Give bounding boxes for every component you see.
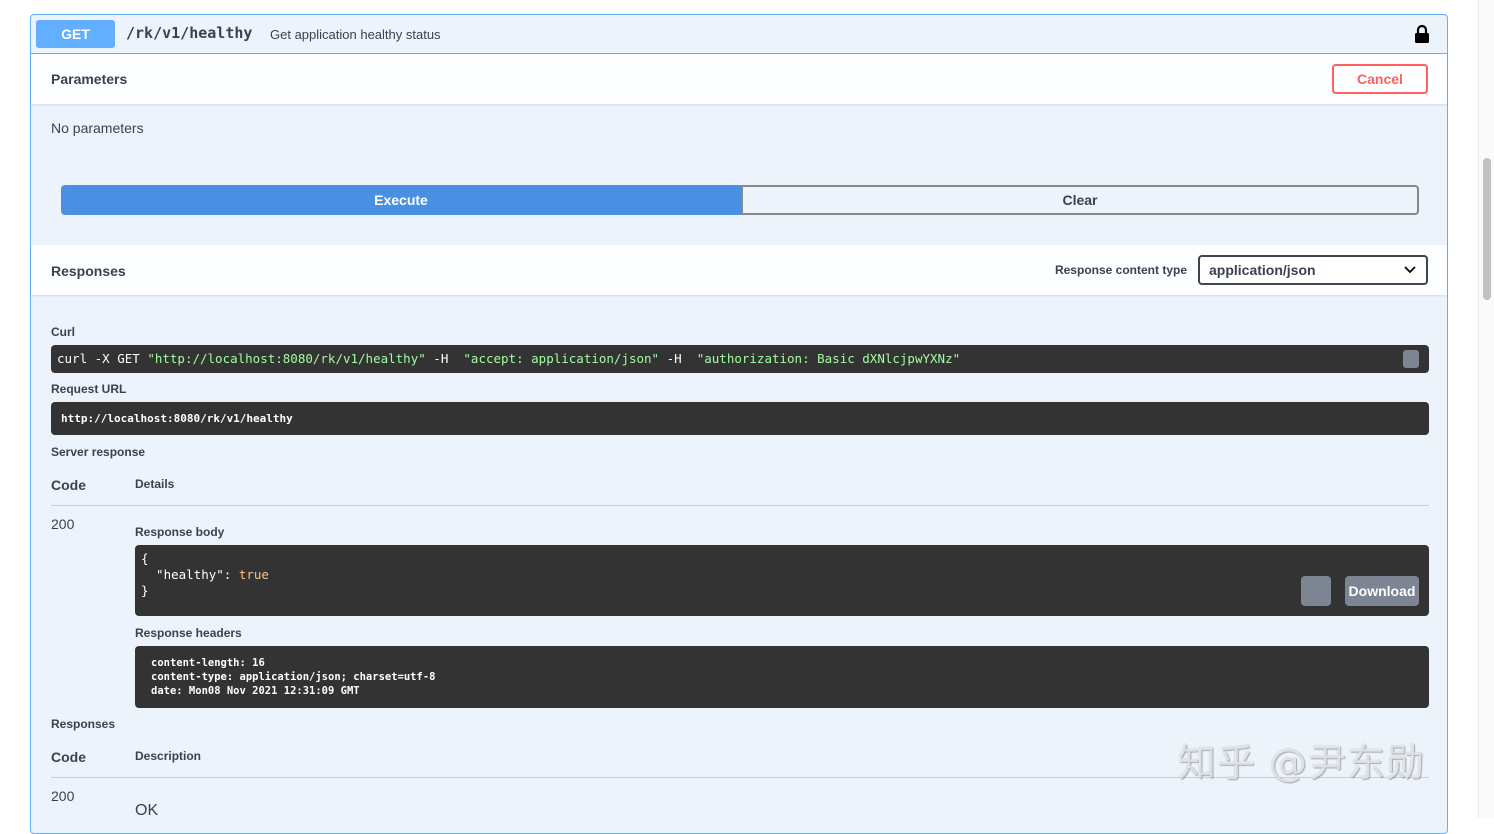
copy-to-clipboard-icon[interactable] [1403,350,1419,368]
responses-header: Responses Response content type applicat… [31,245,1447,295]
response-content-type-label: Response content type [1054,263,1187,277]
response-content-type-value: application/json [1209,262,1316,278]
operation-block: GET /rk/v1/healthy Get application healt… [30,14,1448,834]
response-headers: content-length: 16 content-type: applica… [135,646,1429,708]
server-response-label: Server response [51,445,146,459]
copy-to-clipboard-icon[interactable] [1301,576,1331,606]
scrollbar-thumb[interactable] [1483,158,1491,300]
request-url-value: http://localhost:8080/rk/v1/healthy [51,402,1429,435]
responses-code: 200 [51,788,75,804]
watermark: 知乎 @尹东勋 [1178,741,1426,785]
response-body-label: Response body [135,525,225,539]
server-response-code: 200 [51,516,75,532]
request-url-label: Request URL [51,382,127,396]
responses-label: Responses [51,717,116,731]
response-body: { "healthy": true } Download [135,545,1429,616]
no-parameters-text: No parameters [51,120,144,136]
operation-summary[interactable]: GET /rk/v1/healthy Get application healt… [31,15,1447,54]
server-details-header: Details [135,477,175,491]
operation-path: /rk/v1/healthy [126,24,253,42]
responses-title: Responses [51,263,126,279]
curl-authorization-header: "authorization: Basic dXNlcjpwYXNz" [696,351,961,366]
server-code-header: Code [51,477,86,493]
clear-button[interactable]: Clear [741,185,1419,215]
curl-command: curl -X GET "http://localhost:8080/rk/v1… [51,345,1429,373]
response-content-type-select[interactable]: application/json [1198,255,1428,285]
operation-description: Get application healthy status [270,27,441,42]
body-open-brace: { [141,551,149,566]
chevron-down-icon [1404,266,1416,274]
responses-description-header: Description [135,749,202,763]
curl-accept-header: "accept: application/json" [463,351,660,366]
responses-description: OK [135,802,159,819]
download-button[interactable]: Download [1345,576,1419,606]
cancel-button[interactable]: Cancel [1332,64,1428,94]
curl-h1-flag: -H [425,351,464,366]
execute-button[interactable]: Execute [61,185,741,215]
response-headers-label: Response headers [135,626,242,640]
body-key: "healthy": [141,567,239,582]
lock-icon[interactable] [1413,24,1431,44]
curl-prefix: curl -X GET [57,351,148,366]
body-close-brace: } [141,583,149,598]
divider [51,505,1429,506]
parameters-header: Parameters Cancel [31,54,1447,104]
scrollbar-track[interactable] [1478,0,1494,818]
curl-label: Curl [51,325,75,339]
method-badge: GET [36,20,115,48]
parameters-title: Parameters [51,71,128,87]
responses-code-header: Code [51,749,86,765]
body-value: true [238,567,269,582]
curl-url: "http://localhost:8080/rk/v1/healthy" [147,351,426,366]
curl-h2-flag: -H [659,351,697,366]
